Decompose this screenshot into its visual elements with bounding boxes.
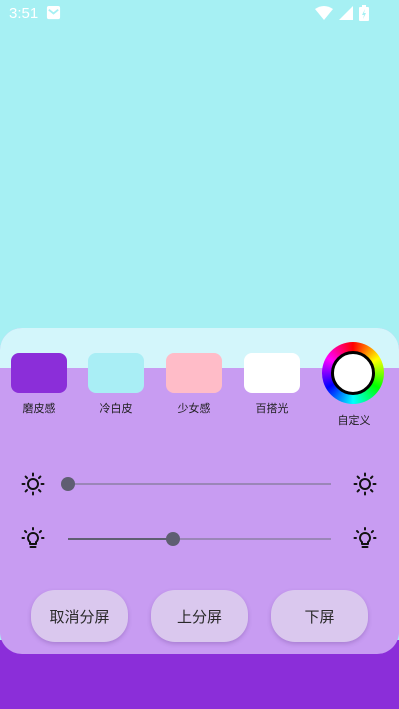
battery-icon	[359, 5, 369, 21]
filter-label: 百搭光	[255, 402, 289, 415]
light-slider-row	[0, 524, 399, 554]
filter-label: 冷白皮	[99, 402, 133, 415]
light-slider-thumb[interactable]	[166, 532, 181, 546]
brightness-slider-row	[0, 469, 399, 499]
custom-label: 自定义	[337, 414, 371, 427]
brightness-slider-thumb[interactable]	[61, 477, 75, 491]
light-slider-fill	[68, 538, 174, 540]
filter-item[interactable]: 少女感	[166, 353, 222, 416]
sun-icon[interactable]	[21, 472, 45, 496]
sun-icon[interactable]	[353, 472, 377, 496]
color-wheel-center	[331, 351, 375, 395]
color-wheel-icon[interactable]	[322, 342, 384, 404]
status-bar: 3:51	[0, 0, 399, 26]
brightness-slider-track[interactable]	[68, 483, 331, 485]
filter-label: 少女感	[177, 402, 211, 415]
filter-item[interactable]: 冷白皮	[88, 353, 144, 416]
filter-item[interactable]: 磨皮感	[11, 353, 67, 416]
filter-swatch[interactable]	[244, 353, 300, 393]
filter-swatch[interactable]	[88, 353, 144, 393]
filter-label: 磨皮感	[22, 402, 56, 415]
wifi-icon	[315, 6, 333, 20]
filter-swatch[interactable]	[11, 353, 67, 393]
bulb-icon[interactable]	[353, 527, 377, 551]
signal-icon	[339, 6, 353, 20]
filter-swatch[interactable]	[166, 353, 222, 393]
filter-item[interactable]: 百搭光	[244, 353, 300, 416]
light-slider-track[interactable]	[68, 538, 331, 540]
status-time: 3:51	[9, 5, 39, 22]
notification-icon	[46, 5, 61, 20]
cancel-split-button[interactable]: 取消分屏	[31, 590, 128, 642]
bulb-icon[interactable]	[21, 527, 45, 551]
custom-color-item[interactable]: 自定义	[322, 342, 386, 428]
lower-screen-button[interactable]: 下屏	[271, 590, 368, 642]
upper-split-button[interactable]: 上分屏	[151, 590, 248, 642]
status-icons	[315, 5, 369, 21]
beauty-panel: 磨皮感 冷白皮 少女感 百搭光 自定义 取消分屏 上分屏 下屏	[0, 328, 399, 654]
